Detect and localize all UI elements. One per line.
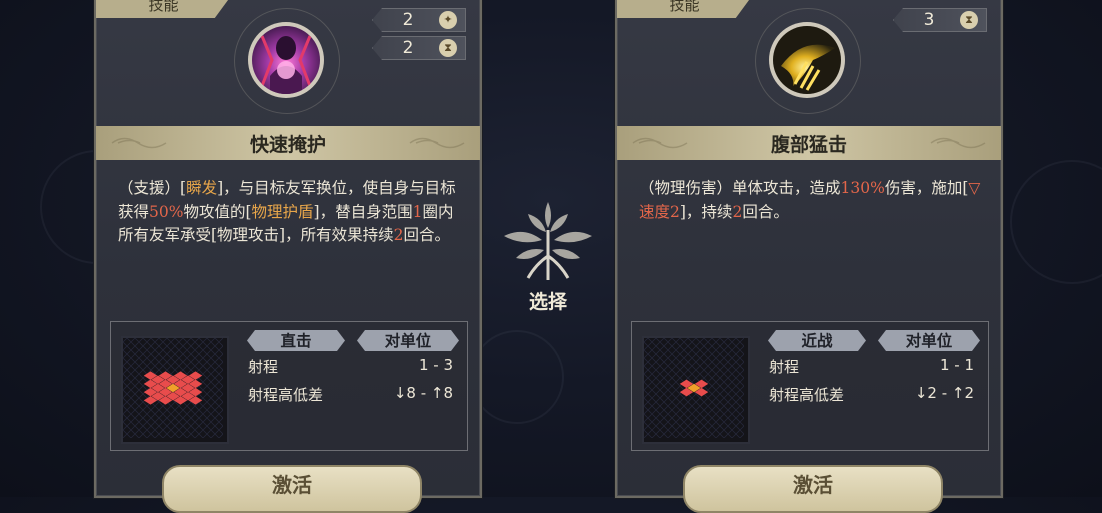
hourglass-icon: ⧗: [960, 11, 978, 29]
range-grid: [121, 336, 229, 444]
description-segment: 伤害，施加[: [884, 179, 969, 197]
range-panel: 近战 对单位 射程 1 - 1 射程高低差 ↓2 - ↑2: [631, 321, 989, 451]
skill-card-right[interactable]: 技能 3 ⧗ 腹部猛击 （物理伤害）单体攻击，造成130%伤害，施加[▽ 速度2…: [615, 0, 1003, 513]
description-segment: 瞬发: [186, 179, 218, 197]
description-segment: ]，持续: [679, 202, 733, 221]
height-diff-value: ↓2 - ↑2: [914, 384, 974, 402]
activate-button[interactable]: 激活: [683, 465, 943, 513]
range-value: 1 - 3: [418, 356, 453, 374]
description-segment: 回合。: [742, 202, 789, 221]
ornament-icon: [930, 137, 986, 149]
height-diff-label: 射程高低差: [248, 386, 324, 404]
tree-emblem-icon: [498, 196, 598, 286]
star-icon: ✦: [439, 11, 457, 29]
energy-cost-value: 2: [402, 10, 414, 30]
skill-portrait: [755, 8, 861, 114]
activate-button[interactable]: 激活: [162, 465, 422, 513]
description-segment: 物理护盾: [251, 202, 314, 221]
skill-tag: 技能: [617, 0, 752, 18]
ornament-icon: [409, 137, 465, 149]
range-label: 射程: [769, 358, 800, 376]
cooldown-pill: 3 ⧗: [893, 8, 987, 32]
range-panel: 直击 对单位 射程 1 - 3 射程高低差 ↓8 - ↑8: [110, 321, 468, 451]
skill-description: （支援）[瞬发]，与目标友军换位，使自身与目标获得50%物攻值的[物理护盾]，替…: [118, 177, 462, 248]
attack-type-chip: 近战: [768, 330, 866, 351]
cooldown-pill: 2 ⧗: [372, 36, 466, 60]
skill-card-left[interactable]: 技能 2 ✦ 2 ⧗ 快速掩护 （支援）[瞬发]，与目标友军换位，使自身与目标获…: [94, 0, 482, 513]
attack-type-chip: 直击: [247, 330, 345, 351]
range-value: 1 - 1: [939, 356, 974, 374]
skill-tag: 技能: [96, 0, 231, 18]
skill-title-band: 腹部猛击: [617, 126, 1001, 160]
skill-description: （物理伤害）单体攻击，造成130%伤害，施加[▽ 速度2]，持续2回合。: [639, 177, 983, 224]
description-segment: （物理伤害）单体攻击，造成: [639, 179, 841, 197]
description-segment: 1: [412, 202, 423, 221]
hourglass-icon: ⧗: [439, 39, 457, 57]
shield-skill-icon: [252, 26, 320, 94]
select-label: 选择: [528, 291, 567, 313]
description-segment: 2: [393, 226, 404, 244]
energy-cost-pill: 2 ✦: [372, 8, 466, 32]
target-type-chip: 对单位: [357, 330, 459, 351]
description-segment: 50%: [149, 202, 184, 221]
height-diff-label: 射程高低差: [769, 386, 845, 404]
skill-portrait: [234, 8, 340, 114]
description-segment: （支援）[: [118, 179, 187, 197]
range-label: 射程: [248, 358, 279, 376]
description-segment: 回合。: [403, 226, 450, 244]
skill-title-band: 快速掩护: [96, 126, 480, 160]
height-diff-value: ↓8 - ↑8: [393, 384, 453, 402]
background-ring: [470, 330, 564, 424]
cooldown-value: 3: [923, 10, 935, 30]
description-segment: 2: [732, 202, 743, 221]
background-ring: [1010, 160, 1102, 284]
description-segment: ]，替自身范围: [313, 202, 413, 221]
description-segment: 130%: [840, 179, 885, 197]
target-type-chip: 对单位: [878, 330, 980, 351]
range-grid: [642, 336, 750, 444]
strike-skill-icon: [773, 26, 841, 94]
cooldown-value: 2: [402, 38, 414, 58]
description-segment: 物攻值的[: [183, 202, 252, 221]
